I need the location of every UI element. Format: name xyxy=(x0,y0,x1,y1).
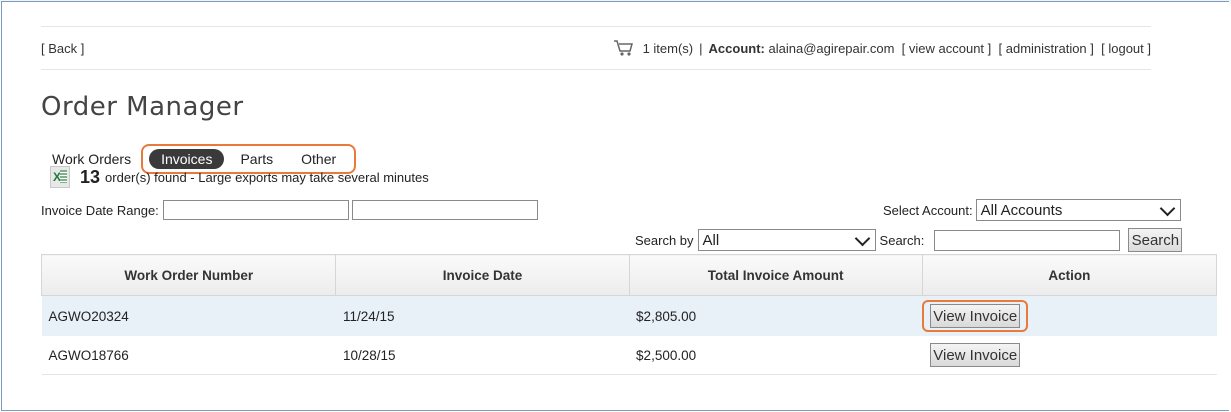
table-row: AGWO18766 10/28/15 $2,500.00 View Invoic… xyxy=(41,336,1217,375)
date-range-filter: Invoice Date Range: xyxy=(41,200,538,220)
col-total-invoice-amount[interactable]: Total Invoice Amount xyxy=(628,254,923,296)
view-account-link[interactable]: [ view account ] xyxy=(902,41,992,56)
action-cell: View Invoice xyxy=(922,295,1217,336)
account-bar: 1 item(s) | Account: alaina@agirepair.co… xyxy=(613,39,1151,57)
col-work-order-number[interactable]: Work Order Number xyxy=(40,254,337,296)
account-select[interactable]: All Accounts xyxy=(975,199,1181,221)
search-input[interactable] xyxy=(934,229,1121,251)
summary-text: order(s) found - Large exports may take … xyxy=(105,169,429,185)
back-link[interactable]: [ Back ] xyxy=(41,41,84,56)
amount-cell: $2,805.00 xyxy=(629,295,923,336)
col-action: Action xyxy=(921,254,1218,296)
invoice-table: Work Order Number Invoice Date Total Inv… xyxy=(40,254,1218,375)
table-header-row: Work Order Number Invoice Date Total Inv… xyxy=(40,254,1218,296)
work-order-cell: AGWO18766 xyxy=(41,336,336,375)
table-row: AGWO20324 11/24/15 $2,805.00 View Invoic… xyxy=(41,295,1217,336)
account-select-value: All Accounts xyxy=(980,201,1063,219)
select-account-label: Select Account: xyxy=(883,202,973,218)
col-invoice-date[interactable]: Invoice Date xyxy=(335,254,630,296)
search-row: Search by All Search: Search xyxy=(635,228,1183,252)
view-invoice-wrapper: View Invoice xyxy=(922,339,1028,371)
search-button[interactable]: Search xyxy=(1128,228,1183,252)
date-range-label: Invoice Date Range: xyxy=(41,202,159,218)
date-from-input[interactable] xyxy=(162,200,349,220)
view-invoice-button[interactable]: View Invoice xyxy=(930,304,1021,328)
amount-cell: $2,500.00 xyxy=(629,336,923,375)
action-cell: View Invoice xyxy=(922,336,1217,375)
date-to-input[interactable] xyxy=(351,200,538,220)
account-filter: Select Account: All Accounts xyxy=(883,199,1181,221)
excel-export-icon[interactable]: X xyxy=(50,166,70,188)
top-bar: [ Back ] 1 item(s) | Account: alaina@agi… xyxy=(41,26,1151,70)
account-email: alaina@agirepair.com xyxy=(768,40,895,56)
cart-items-link[interactable]: 1 item(s) xyxy=(643,41,694,56)
order-count: 13 xyxy=(80,166,101,187)
search-label: Search: xyxy=(879,232,925,248)
administration-link[interactable]: [ administration ] xyxy=(999,41,1094,56)
view-invoice-highlight: View Invoice xyxy=(922,300,1029,332)
cart-icon[interactable] xyxy=(613,39,635,57)
invoice-date-cell: 10/28/15 xyxy=(335,336,630,375)
logout-link[interactable]: [ logout ] xyxy=(1101,41,1151,56)
page-title: Order Manager xyxy=(41,92,244,122)
chevron-down-icon xyxy=(1159,200,1175,216)
search-by-value: All xyxy=(702,231,720,249)
view-invoice-button[interactable]: View Invoice xyxy=(930,343,1021,367)
results-summary: X 13 order(s) found - Large exports may … xyxy=(50,166,429,188)
divider: | xyxy=(699,40,703,56)
tab-work-orders[interactable]: Work Orders xyxy=(52,151,131,167)
account-label: Account: xyxy=(708,40,765,56)
invoice-date-cell: 11/24/15 xyxy=(335,295,630,336)
search-by-label: Search by xyxy=(635,232,694,248)
search-by-select[interactable]: All xyxy=(697,229,876,251)
chevron-down-icon xyxy=(854,230,870,246)
work-order-cell: AGWO20324 xyxy=(41,295,336,336)
